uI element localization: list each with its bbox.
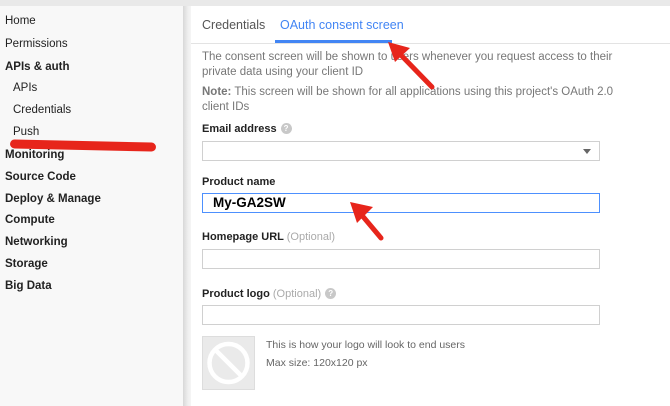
sidebar-item-monitoring[interactable]: Monitoring [5, 149, 64, 161]
email-address-select[interactable] [202, 141, 600, 161]
sidebar-item-credentials[interactable]: Credentials [13, 104, 71, 116]
sidebar: Home Permissions APIs & auth APIs Creden… [0, 6, 185, 406]
help-icon[interactable]: ? [325, 287, 337, 299]
sidebar-item-apis[interactable]: APIs [13, 82, 37, 94]
sidebar-item-big-data[interactable]: Big Data [5, 280, 52, 292]
product-logo-optional: (Optional) [272, 288, 322, 300]
product-name-input[interactable]: My-GA2SW [202, 193, 600, 213]
tab-credentials[interactable]: Credentials [202, 18, 265, 32]
product-logo-label: Product logo (Optional)? [202, 287, 337, 300]
tab-oauth-consent-screen[interactable]: OAuth consent screen [280, 18, 404, 32]
email-address-label: Email address? [202, 122, 292, 135]
product-name-value: My-GA2SW [213, 195, 286, 210]
product-logo-input[interactable] [202, 305, 600, 325]
sidebar-item-networking[interactable]: Networking [5, 236, 68, 248]
help-icon[interactable]: ? [280, 122, 292, 134]
note-label: Note: [202, 86, 232, 98]
sidebar-item-storage[interactable]: Storage [5, 258, 48, 270]
main-content: Credentials OAuth consent screen The con… [191, 6, 670, 406]
homepage-url-optional: (Optional) [286, 231, 336, 243]
tabs-divider [191, 43, 670, 44]
sidebar-item-home[interactable]: Home [5, 15, 36, 27]
sidebar-item-apis-auth[interactable]: APIs & auth [5, 61, 70, 73]
logo-max-size-text: Max size: 120x120 px [266, 357, 368, 369]
consent-intro-text: The consent screen will be shown to user… [202, 51, 613, 78]
sidebar-divider [183, 6, 191, 406]
sidebar-item-push[interactable]: Push [13, 126, 39, 138]
homepage-url-label: Homepage URL (Optional) [202, 231, 335, 243]
homepage-url-input[interactable] [202, 249, 600, 269]
email-address-label-text: Email address [202, 123, 277, 135]
note-body: This screen will be shown for all applic… [202, 86, 614, 113]
logo-preview [202, 336, 255, 390]
sidebar-item-deploy-manage[interactable]: Deploy & Manage [5, 193, 101, 205]
sidebar-item-permissions[interactable]: Permissions [5, 38, 68, 50]
sidebar-item-compute[interactable]: Compute [5, 214, 55, 226]
consent-note-text: Note: This screen will be shown for all … [202, 85, 622, 115]
homepage-url-label-text: Homepage URL [202, 231, 284, 243]
product-logo-label-text: Product logo [202, 288, 270, 300]
logo-hint-text: This is how your logo will look to end u… [266, 339, 466, 351]
sidebar-item-source-code[interactable]: Source Code [5, 171, 76, 183]
no-image-icon [207, 341, 250, 385]
chevron-down-icon [583, 149, 591, 154]
product-name-label: Product name [202, 176, 276, 188]
